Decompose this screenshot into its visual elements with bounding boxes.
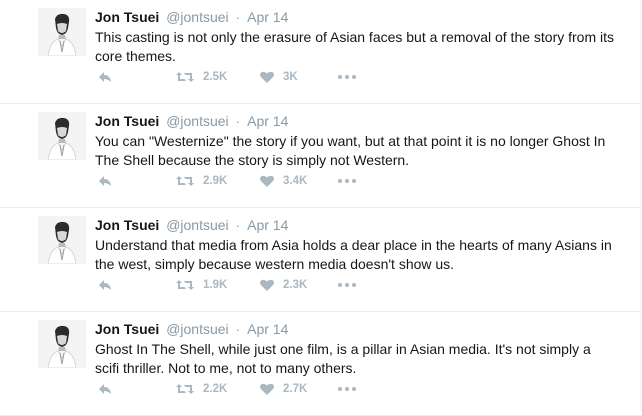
tweet-date[interactable]: Apr 14	[247, 321, 288, 337]
author-handle[interactable]: @jontsuei	[166, 217, 228, 233]
reply-button[interactable]	[97, 67, 113, 87]
more-button[interactable]	[337, 275, 357, 295]
tweet: Jon Tsuei @jontsuei · Apr 14 This castin…	[0, 0, 642, 104]
tweet: Jon Tsuei @jontsuei · Apr 14 You can "We…	[0, 104, 642, 208]
separator: ·	[235, 113, 241, 129]
retweet-icon	[176, 72, 194, 82]
avatar[interactable]	[38, 216, 86, 264]
retweet-count: 2.5K	[203, 71, 228, 83]
separator: ·	[235, 217, 241, 233]
avatar[interactable]	[38, 112, 86, 160]
avatar-image	[38, 216, 86, 264]
reply-button[interactable]	[97, 275, 113, 295]
avatar[interactable]	[38, 8, 86, 56]
avatar-image	[38, 8, 86, 56]
tweet-header: Jon Tsuei @jontsuei · Apr 14	[95, 216, 630, 234]
avatar[interactable]	[38, 320, 86, 368]
separator: ·	[235, 321, 241, 337]
tweet-content: Jon Tsuei @jontsuei · Apr 14 Ghost In Th…	[95, 320, 630, 378]
more-button[interactable]	[337, 379, 357, 399]
like-button[interactable]: 2.3K	[259, 275, 307, 295]
tweet-date[interactable]: Apr 14	[247, 217, 288, 233]
reply-icon	[99, 280, 111, 290]
like-button[interactable]: 3.4K	[259, 171, 307, 191]
retweet-icon	[176, 280, 194, 290]
tweet-feed: Jon Tsuei @jontsuei · Apr 14 This castin…	[0, 0, 642, 416]
more-dots-icon	[338, 75, 356, 79]
tweet-date[interactable]: Apr 14	[247, 9, 288, 25]
avatar-image	[38, 112, 86, 160]
more-dots-icon	[338, 179, 356, 183]
tweet: Jon Tsuei @jontsuei · Apr 14 Understand …	[0, 208, 642, 312]
retweet-button[interactable]: 2.9K	[175, 171, 227, 191]
reply-icon	[99, 72, 111, 82]
tweet-content: Jon Tsuei @jontsuei · Apr 14 This castin…	[95, 8, 630, 66]
tweet-content: Jon Tsuei @jontsuei · Apr 14 Understand …	[95, 216, 630, 274]
reply-button[interactable]	[97, 379, 113, 399]
like-button[interactable]: 2.7K	[259, 379, 307, 399]
author-handle[interactable]: @jontsuei	[166, 113, 228, 129]
heart-icon	[260, 71, 274, 83]
tweet-text: You can "Westernize" the story if you wa…	[95, 133, 606, 168]
reply-button[interactable]	[97, 171, 113, 191]
retweet-icon	[176, 176, 194, 186]
retweet-button[interactable]: 1.9K	[175, 275, 227, 295]
more-dots-icon	[338, 283, 356, 287]
tweet-text: Ghost In The Shell, while just one film,…	[95, 341, 591, 376]
heart-icon	[260, 383, 274, 395]
tweet-header: Jon Tsuei @jontsuei · Apr 14	[95, 320, 630, 338]
reply-icon	[99, 176, 111, 186]
author-name[interactable]: Jon Tsuei	[95, 113, 159, 129]
tweet: Jon Tsuei @jontsuei · Apr 14 Ghost In Th…	[0, 312, 642, 416]
like-button[interactable]: 3K	[259, 67, 298, 87]
retweet-count: 2.9K	[203, 175, 228, 187]
separator: ·	[235, 9, 241, 25]
like-count: 3K	[283, 71, 298, 83]
like-count: 2.3K	[283, 279, 308, 291]
retweet-button[interactable]: 2.2K	[175, 379, 227, 399]
author-name[interactable]: Jon Tsuei	[95, 217, 159, 233]
heart-icon	[260, 175, 274, 187]
tweet-date[interactable]: Apr 14	[247, 113, 288, 129]
author-handle[interactable]: @jontsuei	[166, 321, 228, 337]
tweet-header: Jon Tsuei @jontsuei · Apr 14	[95, 8, 630, 26]
retweet-count: 1.9K	[203, 279, 228, 291]
retweet-count: 2.2K	[203, 383, 228, 395]
tweet-content: Jon Tsuei @jontsuei · Apr 14 You can "We…	[95, 112, 630, 170]
author-handle[interactable]: @jontsuei	[166, 9, 228, 25]
author-name[interactable]: Jon Tsuei	[95, 321, 159, 337]
tweet-text: This casting is not only the erasure of …	[95, 29, 615, 64]
retweet-icon	[176, 384, 194, 394]
like-count: 3.4K	[283, 175, 308, 187]
retweet-button[interactable]: 2.5K	[175, 67, 227, 87]
heart-icon	[260, 279, 274, 291]
avatar-image	[38, 320, 86, 368]
more-button[interactable]	[337, 67, 357, 87]
tweet-text: Understand that media from Asia holds a …	[95, 237, 612, 272]
more-dots-icon	[338, 387, 356, 391]
like-count: 2.7K	[283, 383, 308, 395]
author-name[interactable]: Jon Tsuei	[95, 9, 159, 25]
more-button[interactable]	[337, 171, 357, 191]
reply-icon	[99, 384, 111, 394]
tweet-header: Jon Tsuei @jontsuei · Apr 14	[95, 112, 630, 130]
